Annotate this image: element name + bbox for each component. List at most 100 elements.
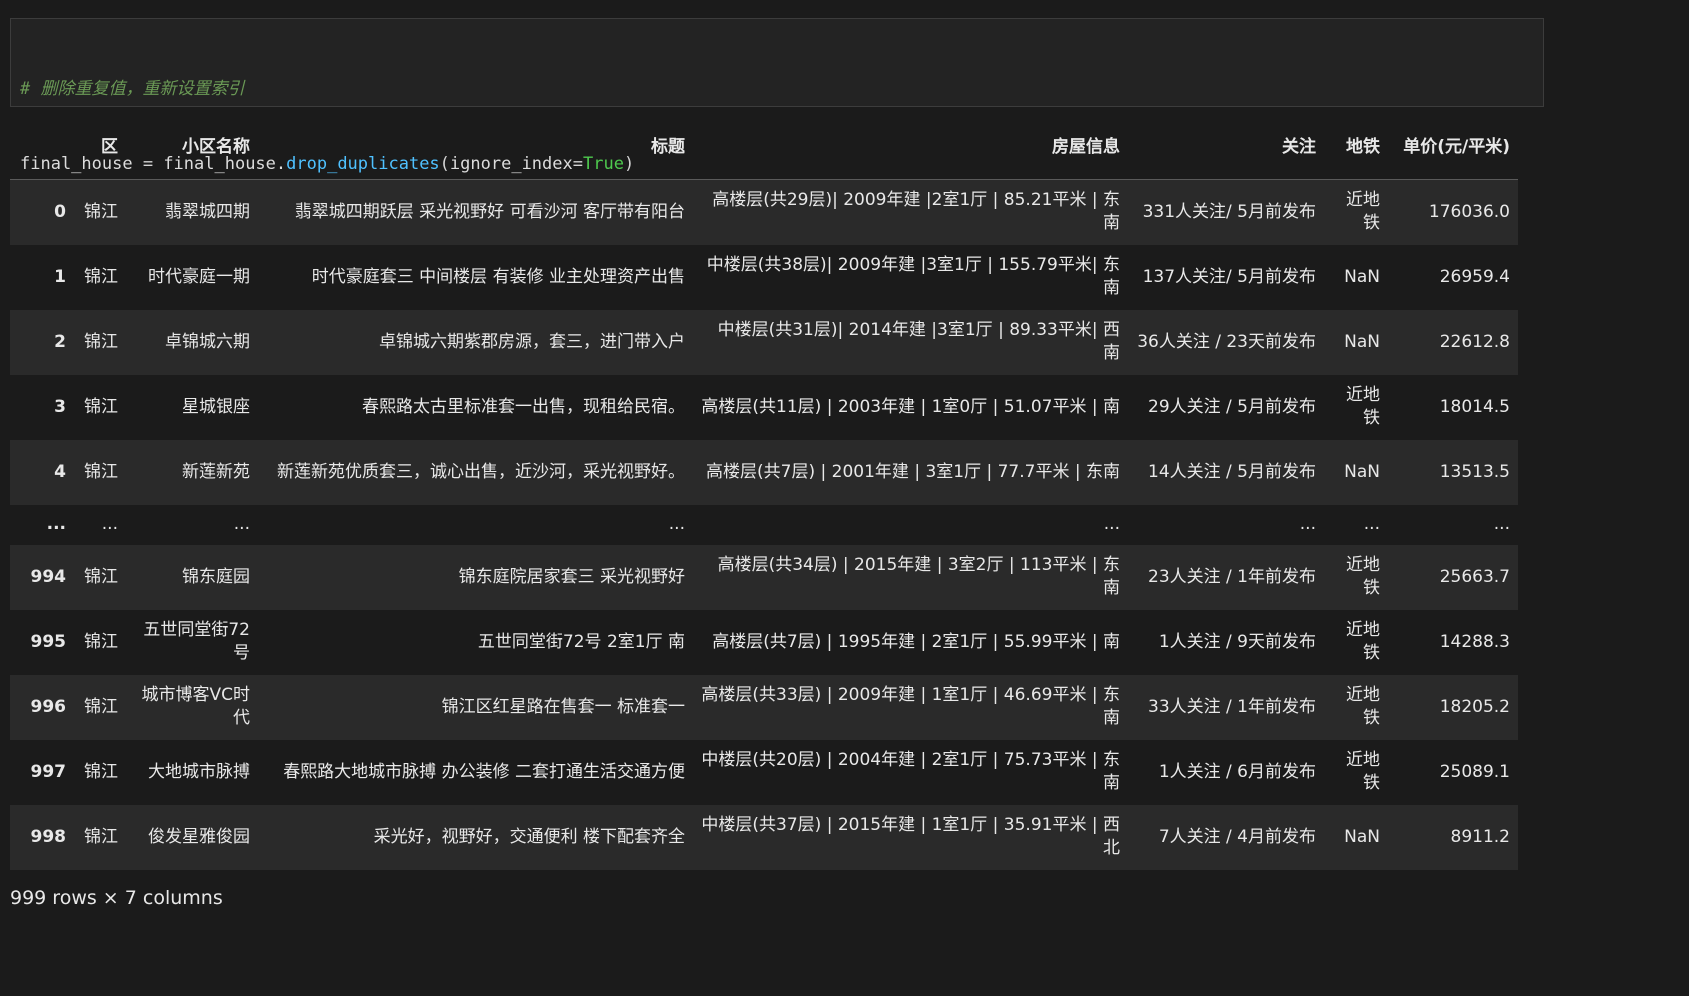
dataframe-table: 区小区名称 标题 房屋信息 关注 地铁 单价(元/平米) 0 锦江 翡翠城四期 翡翠城四期跃层 …	[10, 116, 1518, 870]
table-cell: 25663.7	[1439, 566, 1510, 587]
table-cell: 翡翠城四期跃层 采光视野好 可看沙河 客厅带有阳台	[294, 201, 685, 222]
column-header: 地铁	[1324, 116, 1388, 180]
code-cell[interactable]: # 删除重复值，重新设置索引 final_house = final_house…	[10, 18, 1544, 249]
table-row: 4 锦江 新莲新苑 新莲新苑优质套三，诚心出售，近沙河，采光视野好。 高楼层(共7层) …	[10, 439, 1518, 505]
table-cell: 锦江	[84, 461, 118, 482]
table-row: 994 锦江 锦东庭园 锦东庭院居家套三 采光视野好 高楼层(共34层) | 2015年…	[10, 544, 1518, 610]
table-cell: 1人关注 / 9天前发布	[1158, 631, 1316, 652]
table-cell: 18014.5	[1439, 396, 1510, 417]
row-index: 3	[54, 396, 66, 417]
table-cell: 中楼层(共37层) | 2015年建 | 1室1厅 | 35.91平米 | 西北	[701, 815, 1120, 858]
table-cell: 时代豪庭一期	[148, 266, 250, 287]
column-header: 标题	[258, 116, 693, 180]
table-cell: 锦东庭园	[182, 566, 250, 587]
table-cell: 36人关注 / 23天前发布	[1137, 331, 1316, 352]
table-row: 1 锦江 时代豪庭一期 时代豪庭套三 中间楼层 有装修 业主处理资产出售 中楼层(共38…	[10, 244, 1518, 310]
table-cell: 锦东庭院居家套三 采光视野好	[458, 566, 685, 587]
table-cell: 高楼层(共34层) | 2015年建 | 3室2厅 | 113平米 | 东南	[717, 555, 1120, 598]
table-row: 996 锦江 城市博客VC时代 锦江区红星路在售套一 标准套一 高楼层(共33层) | …	[10, 674, 1518, 740]
table-cell: ...	[1363, 514, 1380, 534]
table-row: 997 锦江 大地城市脉搏 春熙路大地城市脉搏 办公装修 二套打通生活交通方便 中楼层(…	[10, 739, 1518, 805]
table-cell: 春熙路大地城市脉搏 办公装修 二套打通生活交通方便	[283, 761, 685, 782]
column-header: 房屋信息	[693, 116, 1128, 180]
table-cell: 29人关注 / 5月前发布	[1148, 396, 1316, 417]
table-cell: 中楼层(共38层)| 2009年建 |3室1厅 | 155.79平米| 东南	[706, 255, 1120, 298]
table-cell: 高楼层(共33层) | 2009年建 | 1室1厅 | 46.69平米 | 东南	[701, 685, 1120, 728]
table-cell: 锦江区红星路在售套一 标准套一	[441, 696, 685, 717]
table-cell: 大地城市脉搏	[148, 761, 250, 782]
table-cell: 23人关注 / 1年前发布	[1148, 566, 1316, 587]
row-index: 1	[54, 266, 66, 287]
row-index: ...	[46, 514, 66, 534]
table-cell: 锦江	[84, 566, 118, 587]
table-cell: 锦江	[84, 396, 118, 417]
row-index: 996	[30, 696, 67, 717]
table-cell: 新莲新苑优质套三，诚心出售，近沙河，采光视野好。	[277, 461, 685, 482]
row-index: 2	[54, 331, 66, 352]
table-row: 3 锦江 星城银座 春熙路太古里标准套一出售，现租给民宿。 高楼层(共11层) | 20…	[10, 374, 1518, 440]
row-index: 997	[30, 761, 67, 782]
table-cell: 7人关注 / 4月前发布	[1158, 826, 1316, 847]
table-cell: 高楼层(共7层) | 1995年建 | 2室1厅 | 55.99平米 | 南	[712, 631, 1120, 652]
code-comment: # 删除重复值，重新设置索引	[20, 79, 245, 99]
table-cell: 锦江	[84, 761, 118, 782]
table-cell: ...	[1299, 514, 1316, 534]
table-cell: 高楼层(共29层)| 2009年建 |2室1厅 | 85.21平米 | 东南	[712, 190, 1120, 234]
table-cell: NaN	[1344, 266, 1380, 287]
table-cell: 高楼层(共11层) | 2003年建 | 1室0厅 | 51.07平米 | 南	[701, 396, 1120, 417]
table-cell: 城市博客VC时代	[141, 685, 251, 728]
table-cell: 五世同堂街72号	[143, 620, 250, 663]
table-row: 0 锦江 翡翠城四期 翡翠城四期跃层 采光视野好 可看沙河 客厅带有阳台 高楼层(共29…	[10, 179, 1518, 245]
table-cell: 卓锦城六期紫郡房源，套三，进门带入户	[379, 331, 685, 352]
row-index: 4	[54, 461, 66, 482]
column-header: 区	[76, 116, 126, 180]
row-index: 994	[30, 566, 67, 587]
table-row: 2 锦江 卓锦城六期 卓锦城六期紫郡房源，套三，进门带入户 中楼层(共31层)| 201…	[10, 309, 1518, 375]
table-cell: 13513.5	[1439, 461, 1510, 482]
table-cell: 翡翠城四期	[165, 201, 250, 222]
column-header: 单价(元/平米)	[1388, 116, 1518, 180]
row-index: 998	[30, 826, 67, 847]
table-cell: 高楼层(共7层) | 2001年建 | 3室1厅 | 77.7平米 | 东南	[706, 461, 1120, 482]
table-cell: ...	[233, 514, 250, 534]
table-cell: 锦江	[84, 201, 118, 222]
ellipsis-row: ........................	[10, 504, 1518, 545]
table-cell: ...	[1493, 514, 1510, 534]
row-index: 995	[30, 631, 67, 652]
table-cell: NaN	[1344, 331, 1380, 352]
table-cell: 俊发星雅俊园	[148, 826, 250, 847]
header-row: 区小区名称 标题 房屋信息 关注 地铁 单价(元/平米)	[10, 116, 1518, 180]
table-cell: 锦江	[84, 631, 118, 652]
table-body: 0 锦江 翡翠城四期 翡翠城四期跃层 采光视野好 可看沙河 客厅带有阳台 高楼层(共29…	[10, 179, 1518, 870]
table-cell: 时代豪庭套三 中间楼层 有装修 业主处理资产出售	[311, 266, 685, 287]
row-index: 0	[54, 201, 66, 222]
table-cell: 14288.3	[1439, 631, 1510, 652]
table-cell: 176036.0	[1428, 201, 1510, 222]
table-cell: 中楼层(共31层)| 2014年建 |3室1厅 | 89.33平米| 西南	[717, 320, 1120, 363]
dataframe-shape-info: 999 rows × 7 columns	[10, 887, 223, 909]
table-cell: 1人关注 / 6月前发布	[1158, 761, 1316, 782]
table-cell: 春熙路太古里标准套一出售，现租给民宿。	[362, 396, 685, 417]
table-cell: 33人关注 / 1年前发布	[1148, 696, 1316, 717]
table-cell: ...	[1103, 514, 1120, 534]
column-header: 关注	[1128, 116, 1324, 180]
table-cell: 锦江	[84, 826, 118, 847]
cell-output: 区小区名称 标题 房屋信息 关注 地铁 单价(元/平米) 0 锦江 翡翠城四期 翡翠城四期跃层 …	[10, 116, 1518, 870]
table-cell: 星城银座	[182, 396, 250, 417]
table-cell: 8911.2	[1450, 826, 1510, 847]
table-cell: 锦江	[84, 331, 118, 352]
vertical-scrollbar[interactable]	[1677, 0, 1689, 996]
table-cell: ...	[101, 514, 118, 534]
table-cell: ...	[668, 514, 685, 534]
table-row: 995 锦江 五世同堂街72号 五世同堂街72号 2室1厅 南 高楼层(共7层) | 1…	[10, 609, 1518, 675]
column-header: 小区名称	[126, 116, 258, 180]
table-row: 998 锦江 俊发星雅俊园 采光好，视野好，交通便利 楼下配套齐全 中楼层(共37层) …	[10, 804, 1518, 870]
table-cell: 中楼层(共20层) | 2004年建 | 2室1厅 | 75.73平米 | 东南	[701, 750, 1120, 793]
table-cell: NaN	[1344, 826, 1380, 847]
table-cell: 锦江	[84, 696, 118, 717]
index-header	[10, 116, 76, 180]
table-header: 区小区名称 标题 房屋信息 关注 地铁 单价(元/平米)	[10, 116, 1518, 180]
table-cell: 25089.1	[1439, 761, 1510, 782]
table-cell: 五世同堂街72号 2室1厅 南	[477, 631, 685, 652]
table-cell: 近地铁	[1346, 555, 1380, 598]
